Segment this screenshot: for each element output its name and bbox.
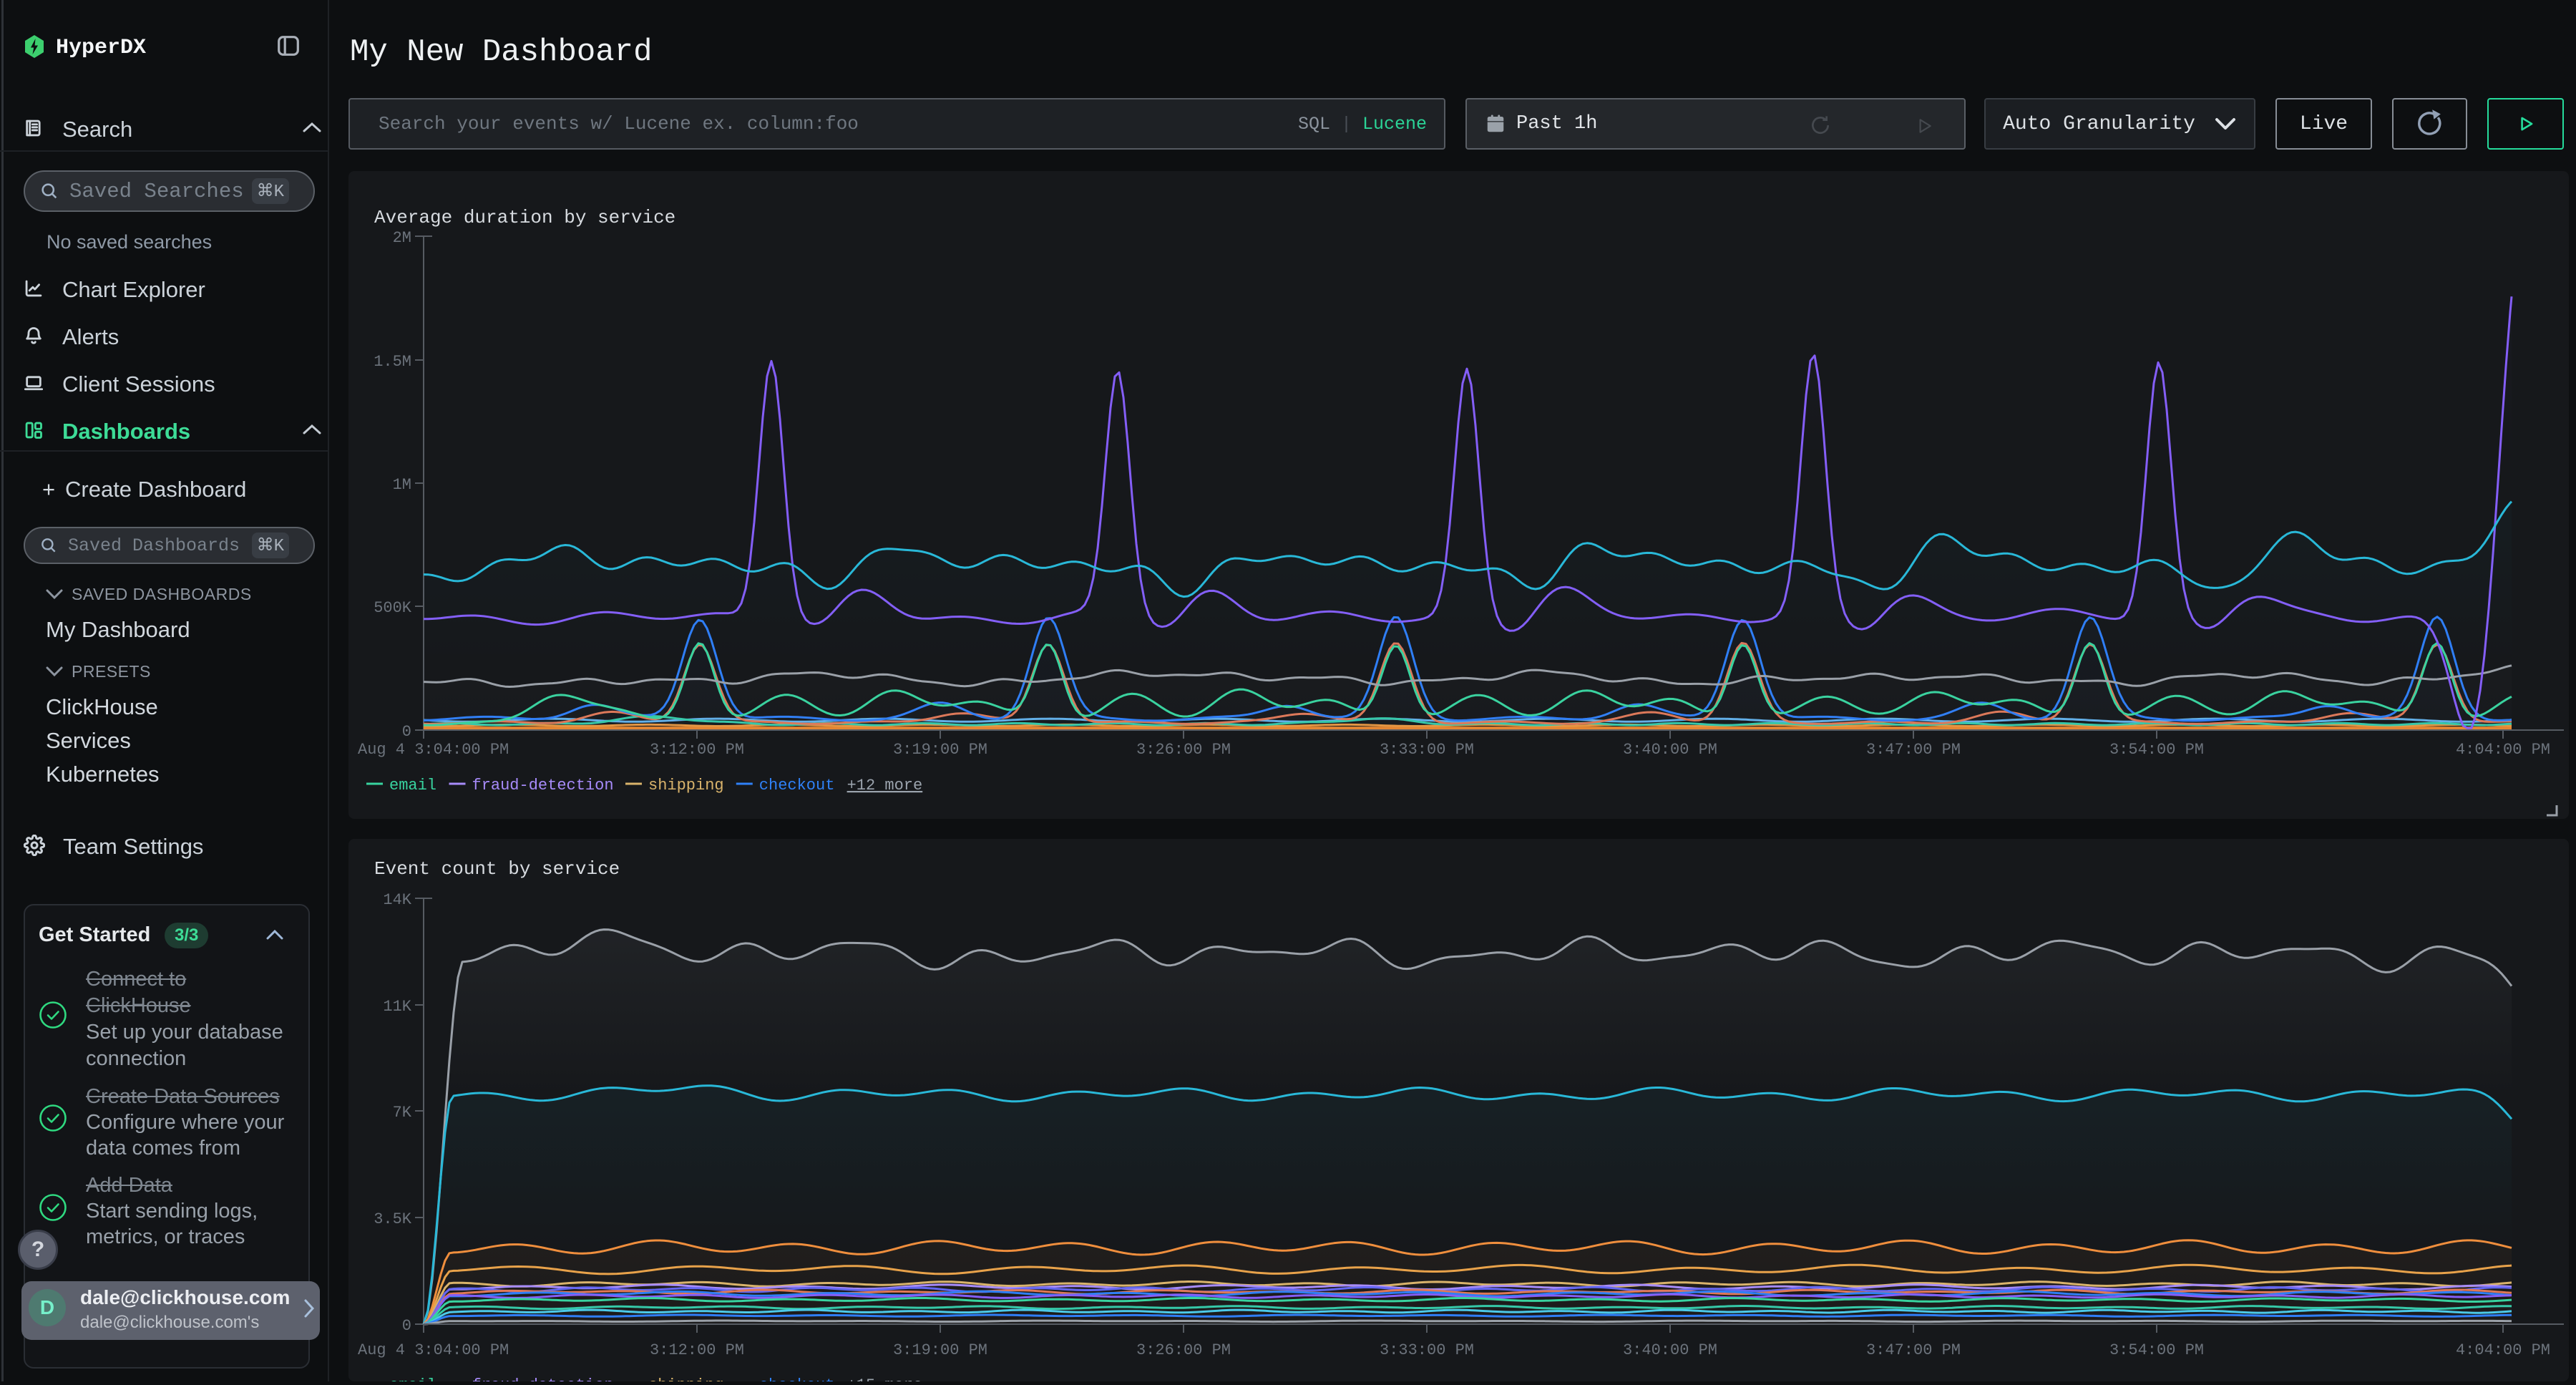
svg-text:4:04:00 PM: 4:04:00 PM xyxy=(2456,1341,2550,1359)
svg-text:Aug 4 3:04:00 PM: Aug 4 3:04:00 PM xyxy=(358,1341,509,1359)
svg-text:3:33:00 PM: 3:33:00 PM xyxy=(1380,741,1474,759)
svg-text:3:33:00 PM: 3:33:00 PM xyxy=(1380,1341,1474,1359)
svg-text:shipping: shipping xyxy=(648,1376,724,1381)
svg-text:14K: 14K xyxy=(383,891,411,909)
svg-text:3:26:00 PM: 3:26:00 PM xyxy=(1136,1341,1231,1359)
svg-text:11K: 11K xyxy=(383,998,411,1016)
svg-text:3:54:00 PM: 3:54:00 PM xyxy=(2109,741,2204,759)
svg-text:3:54:00 PM: 3:54:00 PM xyxy=(2109,1341,2204,1359)
svg-text:0: 0 xyxy=(402,723,411,741)
svg-text:3:40:00 PM: 3:40:00 PM xyxy=(1623,1341,1717,1359)
svg-text:2M: 2M xyxy=(393,229,411,247)
svg-text:0: 0 xyxy=(402,1317,411,1335)
svg-text:Aug 4 3:04:00 PM: Aug 4 3:04:00 PM xyxy=(358,741,509,759)
svg-text:Average duration by service: Average duration by service xyxy=(374,207,675,228)
svg-text:4:04:00 PM: 4:04:00 PM xyxy=(2456,741,2550,759)
svg-text:shipping: shipping xyxy=(648,777,724,794)
svg-text:3:47:00 PM: 3:47:00 PM xyxy=(1866,1341,1961,1359)
svg-text:3:26:00 PM: 3:26:00 PM xyxy=(1136,741,1231,759)
svg-text:Event count by service: Event count by service xyxy=(374,858,620,880)
svg-text:3.5K: 3.5K xyxy=(374,1210,412,1228)
svg-text:fraud-detection: fraud-detection xyxy=(472,1376,614,1381)
svg-text:3:12:00 PM: 3:12:00 PM xyxy=(650,741,744,759)
svg-text:3:19:00 PM: 3:19:00 PM xyxy=(893,1341,987,1359)
svg-text:checkout: checkout xyxy=(759,777,835,794)
svg-text:+12 more: +12 more xyxy=(847,777,923,794)
svg-text:500K: 500K xyxy=(374,599,412,617)
svg-text:3:12:00 PM: 3:12:00 PM xyxy=(650,1341,744,1359)
svg-text:3:19:00 PM: 3:19:00 PM xyxy=(893,741,987,759)
svg-text:+15 more: +15 more xyxy=(847,1376,923,1381)
svg-text:7K: 7K xyxy=(393,1104,412,1122)
svg-text:fraud-detection: fraud-detection xyxy=(472,777,614,794)
svg-text:email: email xyxy=(389,777,436,794)
svg-text:checkout: checkout xyxy=(759,1376,835,1381)
svg-text:1.5M: 1.5M xyxy=(374,353,411,371)
svg-text:3:40:00 PM: 3:40:00 PM xyxy=(1623,741,1717,759)
svg-text:1M: 1M xyxy=(393,476,411,494)
svg-text:email: email xyxy=(389,1376,436,1381)
svg-text:3:47:00 PM: 3:47:00 PM xyxy=(1866,741,1961,759)
